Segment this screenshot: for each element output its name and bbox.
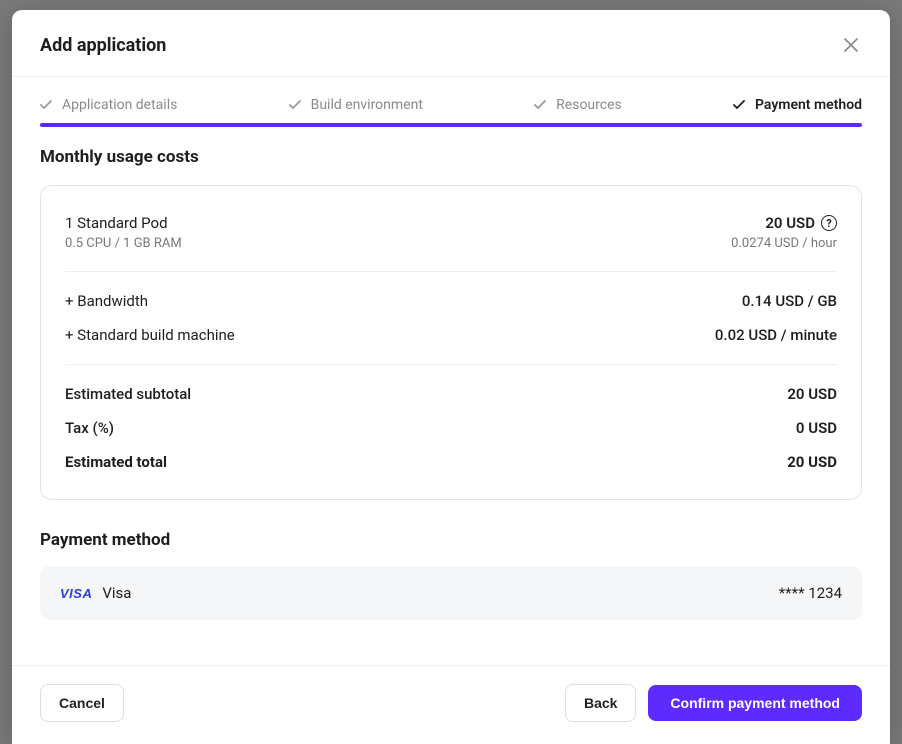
check-icon bbox=[289, 100, 301, 110]
totals-section: Estimated subtotal 20 USD Tax (%) 0 USD … bbox=[65, 379, 837, 477]
tax-label: Tax (%) bbox=[65, 419, 114, 437]
step-resources[interactable]: Resources bbox=[534, 97, 622, 113]
cost-row-bandwidth: + Bandwidth 0.14 USD / GB bbox=[65, 286, 837, 316]
check-icon bbox=[534, 100, 546, 110]
stepper: Application details Build environment Re… bbox=[12, 77, 890, 127]
pod-name: 1 Standard Pod bbox=[65, 214, 182, 232]
step-label: Build environment bbox=[311, 97, 423, 113]
tax-value: 0 USD bbox=[796, 419, 837, 437]
cost-card: 1 Standard Pod 0.5 CPU / 1 GB RAM 20 USD… bbox=[40, 185, 862, 500]
payment-brand-name: Visa bbox=[102, 584, 131, 602]
step-label: Resources bbox=[556, 97, 622, 113]
step-label: Application details bbox=[62, 97, 177, 113]
confirm-payment-button[interactable]: Confirm payment method bbox=[648, 685, 862, 721]
cost-row-build: + Standard build machine 0.02 USD / minu… bbox=[65, 320, 837, 350]
cost-row-total: Estimated total 20 USD bbox=[65, 447, 837, 477]
check-icon bbox=[733, 100, 745, 110]
add-application-modal: Add application Application details Buil… bbox=[12, 10, 890, 744]
build-label: + Standard build machine bbox=[65, 326, 235, 344]
close-button[interactable] bbox=[840, 34, 862, 56]
modal-title: Add application bbox=[40, 35, 166, 56]
subtotal-label: Estimated subtotal bbox=[65, 385, 191, 403]
cancel-button[interactable]: Cancel bbox=[40, 684, 124, 722]
visa-logo-icon: VISA bbox=[60, 586, 92, 601]
subtotal-value: 20 USD bbox=[787, 385, 837, 403]
pod-spec: 0.5 CPU / 1 GB RAM bbox=[65, 236, 182, 251]
step-application-details[interactable]: Application details bbox=[40, 97, 177, 113]
costs-title: Monthly usage costs bbox=[40, 147, 862, 167]
payment-last4: **** 1234 bbox=[779, 584, 842, 602]
pod-price: 20 USD bbox=[765, 214, 815, 232]
divider bbox=[65, 364, 837, 365]
bandwidth-label: + Bandwidth bbox=[65, 292, 148, 310]
cost-row-tax: Tax (%) 0 USD bbox=[65, 413, 837, 443]
payment-method-title: Payment method bbox=[40, 530, 862, 550]
step-payment-method[interactable]: Payment method bbox=[733, 97, 862, 113]
back-button[interactable]: Back bbox=[565, 684, 636, 722]
total-label: Estimated total bbox=[65, 453, 167, 471]
bandwidth-rate: 0.14 USD / GB bbox=[742, 292, 837, 310]
modal-body: Monthly usage costs 1 Standard Pod 0.5 C… bbox=[12, 127, 890, 665]
divider bbox=[65, 271, 837, 272]
pod-rate: 0.0274 USD / hour bbox=[731, 236, 837, 251]
info-icon[interactable]: ? bbox=[821, 215, 837, 231]
total-value: 20 USD bbox=[787, 453, 837, 471]
modal-header: Add application bbox=[12, 10, 890, 77]
cost-row-subtotal: Estimated subtotal 20 USD bbox=[65, 379, 837, 409]
payment-method-card[interactable]: VISA Visa **** 1234 bbox=[40, 566, 862, 620]
modal-footer: Cancel Back Confirm payment method bbox=[12, 665, 890, 744]
cost-row-pod: 1 Standard Pod 0.5 CPU / 1 GB RAM 20 USD… bbox=[65, 208, 837, 257]
close-icon bbox=[844, 38, 858, 52]
build-rate: 0.02 USD / minute bbox=[715, 326, 837, 344]
step-build-environment[interactable]: Build environment bbox=[289, 97, 423, 113]
check-icon bbox=[40, 100, 52, 110]
step-label: Payment method bbox=[755, 97, 862, 113]
